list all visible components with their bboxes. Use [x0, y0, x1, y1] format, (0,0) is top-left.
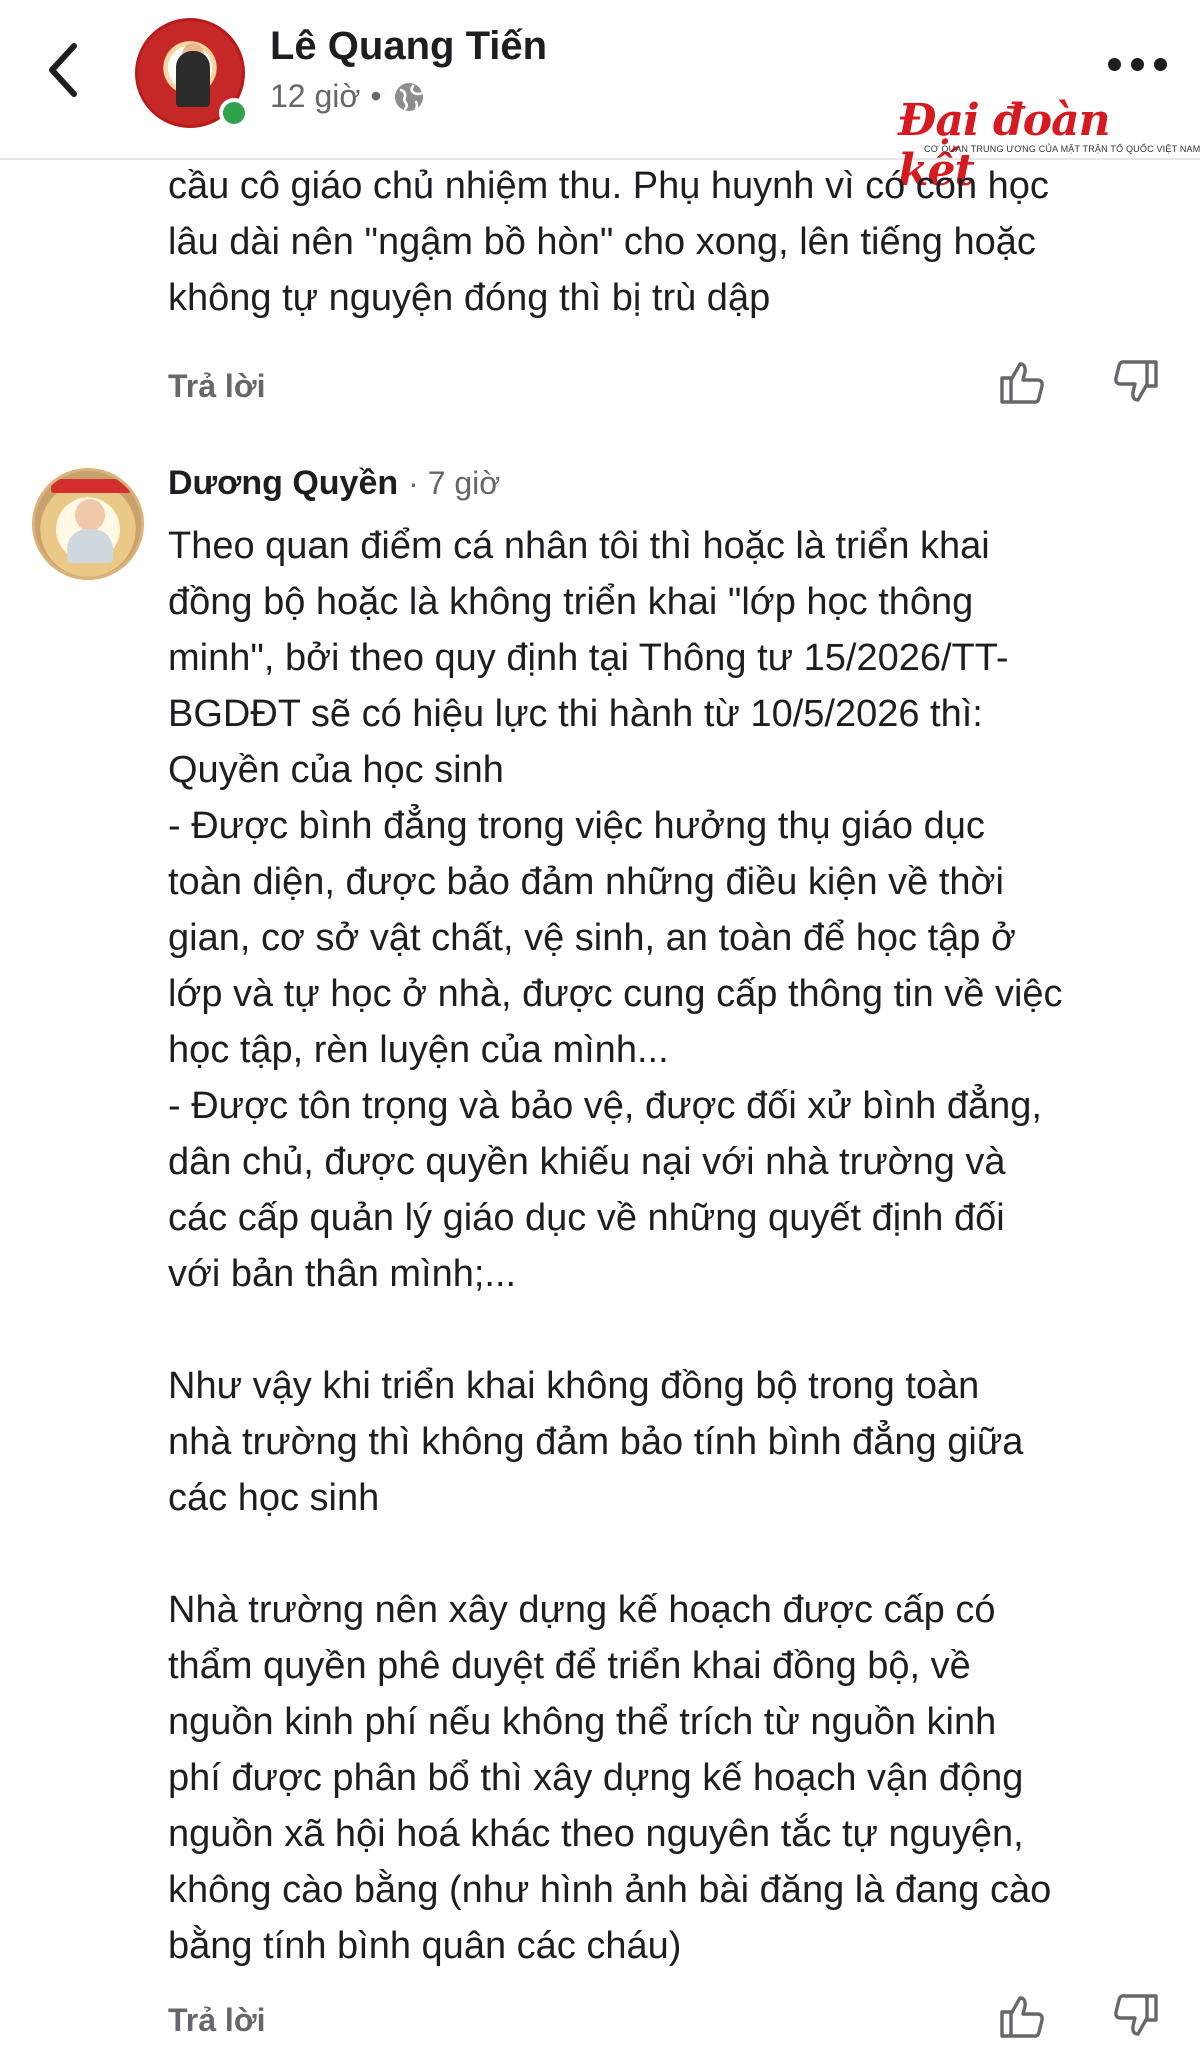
thumbs-down-icon[interactable]	[1110, 1990, 1162, 2042]
author-name[interactable]: Lê Quang Tiến	[270, 24, 547, 69]
more-options-button[interactable]	[1108, 58, 1178, 82]
daidoanket-watermark-logo: Đại đoàn kết CƠ QUAN TRUNG ƯƠNG CỦA MẶT …	[898, 96, 1200, 196]
comment-body: cầu cô giáo chủ nhiệm thu. Phụ huynh vì …	[168, 165, 1049, 319]
more-dot-icon	[1131, 58, 1144, 71]
meta-separator: •	[370, 78, 382, 114]
reply-link[interactable]: Trả lời	[168, 368, 265, 405]
thumbs-down-icon[interactable]	[1110, 356, 1162, 408]
commenter-avatar[interactable]	[32, 468, 144, 580]
thumbs-up-icon[interactable]	[996, 356, 1048, 408]
globe-icon	[394, 82, 423, 111]
watermark-tagline: CƠ QUAN TRUNG ƯƠNG CỦA MẶT TRẬN TỔ QUỐC …	[924, 144, 1200, 154]
commenter-name[interactable]: Dương Quyền	[168, 464, 398, 503]
thumbs-up-icon[interactable]	[996, 1990, 1048, 2042]
post-meta: 12 giờ •	[270, 78, 426, 115]
reply-link[interactable]: Trả lời	[168, 2002, 265, 2039]
author-avatar[interactable]	[135, 18, 249, 130]
comment-actions: Trả lời	[168, 1990, 1178, 2050]
comment-time: · 7 giờ	[408, 465, 501, 501]
online-status-indicator	[219, 98, 249, 128]
comment-header: Dương Quyền · 7 giờ	[168, 464, 500, 503]
more-dot-icon	[1154, 58, 1167, 71]
comment-actions: Trả lời	[168, 356, 1178, 416]
post-time: 12 giờ	[270, 78, 361, 114]
more-dot-icon	[1108, 58, 1121, 71]
comment-body: Theo quan điểm cá nhân tôi thì hoặc là t…	[168, 525, 1063, 1967]
back-chevron-icon[interactable]	[40, 40, 90, 100]
